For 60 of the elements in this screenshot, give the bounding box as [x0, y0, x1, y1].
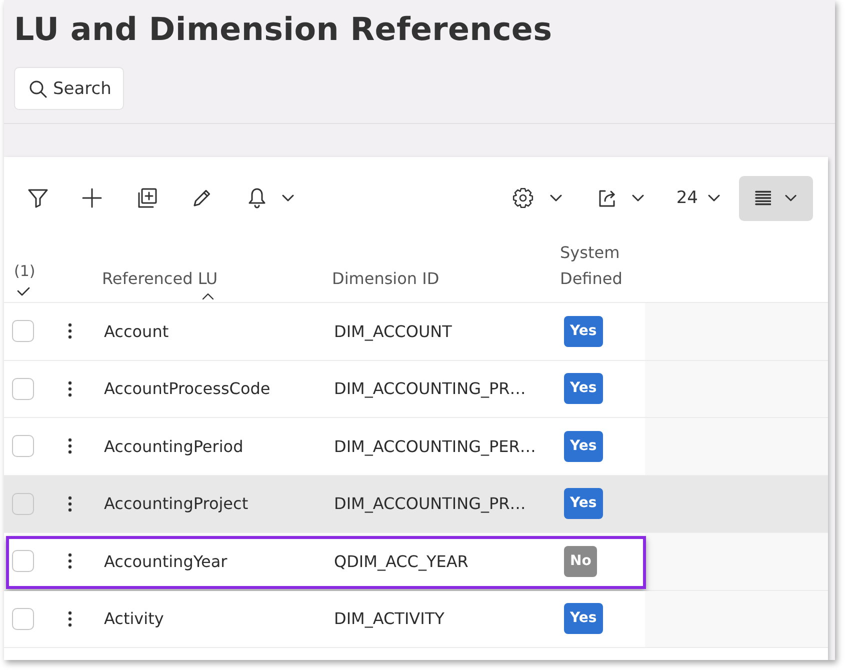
kebab-menu-icon[interactable]	[68, 323, 72, 340]
system-defined-badge: Yes	[564, 316, 603, 347]
system-defined-badge: Yes	[564, 373, 603, 404]
table-row[interactable]: Account DIM_ACCOUNT Yes	[4, 303, 828, 360]
system-defined-badge: Yes	[564, 430, 603, 462]
bell-icon	[247, 187, 267, 209]
system-defined-badge: No	[564, 546, 598, 577]
table-row[interactable]: AccountProcessCode DIM_ACCOUNTING_PR… Yes	[4, 360, 828, 418]
search-button[interactable]: Search	[14, 67, 124, 110]
referenced-lu: AccountingProject	[104, 494, 248, 514]
dimension-id: DIM_ACCOUNT	[334, 322, 452, 341]
kebab-menu-icon[interactable]	[68, 496, 72, 512]
referenced-lu: Activity	[104, 609, 164, 628]
list-view-icon	[755, 190, 772, 206]
kebab-menu-icon[interactable]	[68, 610, 72, 627]
column-header[interactable]: Dimension ID	[332, 266, 440, 296]
dimension-id: DIM_ACCOUNTING_PER…	[334, 436, 536, 456]
row-checkbox[interactable]	[12, 435, 34, 458]
referenced-lu: AccountingYear	[104, 552, 228, 571]
pencil-icon	[192, 188, 212, 208]
view-mode-menu[interactable]	[739, 176, 813, 220]
column-header[interactable]: System Defined	[560, 240, 645, 296]
selection-count: (1)	[14, 261, 36, 281]
table-row[interactable]: AccountingYear QDIM_ACC_YEAR No	[4, 533, 828, 590]
chevron-down-icon	[708, 194, 720, 202]
kebab-menu-icon[interactable]	[68, 380, 72, 397]
dimension-id: DIM_ACTIVITY	[334, 609, 444, 628]
page-size-menu[interactable]: 24	[672, 178, 724, 218]
chevron-down-icon	[282, 194, 294, 202]
row-checkbox[interactable]	[12, 320, 34, 342]
referenced-lu: AccountProcessCode	[104, 379, 270, 398]
gear-icon	[512, 187, 534, 209]
duplicate-icon	[136, 187, 158, 209]
caret-up-icon[interactable]	[202, 293, 214, 300]
column-header[interactable]: Referenced LU	[102, 266, 218, 296]
kebab-menu-icon[interactable]	[68, 438, 72, 454]
chevron-down-icon	[550, 194, 562, 202]
system-defined-badge: Yes	[564, 603, 603, 634]
dimension-id: DIM_ACCOUNTING_PR…	[334, 379, 526, 398]
referenced-lu: Account	[104, 322, 169, 341]
table-row[interactable]: AccountingProject DIM_ACCOUNTING_PR… Yes	[4, 476, 828, 533]
chevron-down-icon	[632, 194, 644, 202]
row-checkbox[interactable]	[12, 492, 34, 515]
dimension-id: DIM_ACCOUNTING_PR…	[334, 494, 526, 514]
row-checkbox[interactable]	[12, 608, 34, 630]
kebab-menu-icon[interactable]	[68, 553, 72, 570]
check-icon[interactable]	[17, 287, 30, 296]
export-icon	[597, 188, 618, 208]
row-checkbox[interactable]	[12, 378, 34, 400]
system-defined-badge: Yes	[564, 488, 603, 520]
referenced-lu: AccountingPeriod	[104, 436, 244, 456]
dimension-id: QDIM_ACC_YEAR	[334, 552, 468, 571]
table-row[interactable]: AccountingPeriod DIM_ACCOUNTING_PER… Yes	[4, 418, 828, 476]
plus-icon	[82, 188, 102, 208]
filter-icon	[28, 188, 48, 208]
search-icon	[29, 80, 47, 98]
row-checkbox[interactable]	[12, 550, 34, 572]
page-title: LU and Dimension References	[14, 11, 552, 50]
chevron-down-icon	[785, 194, 797, 202]
table-row[interactable]: Activity DIM_ACTIVITY Yes	[4, 590, 828, 648]
